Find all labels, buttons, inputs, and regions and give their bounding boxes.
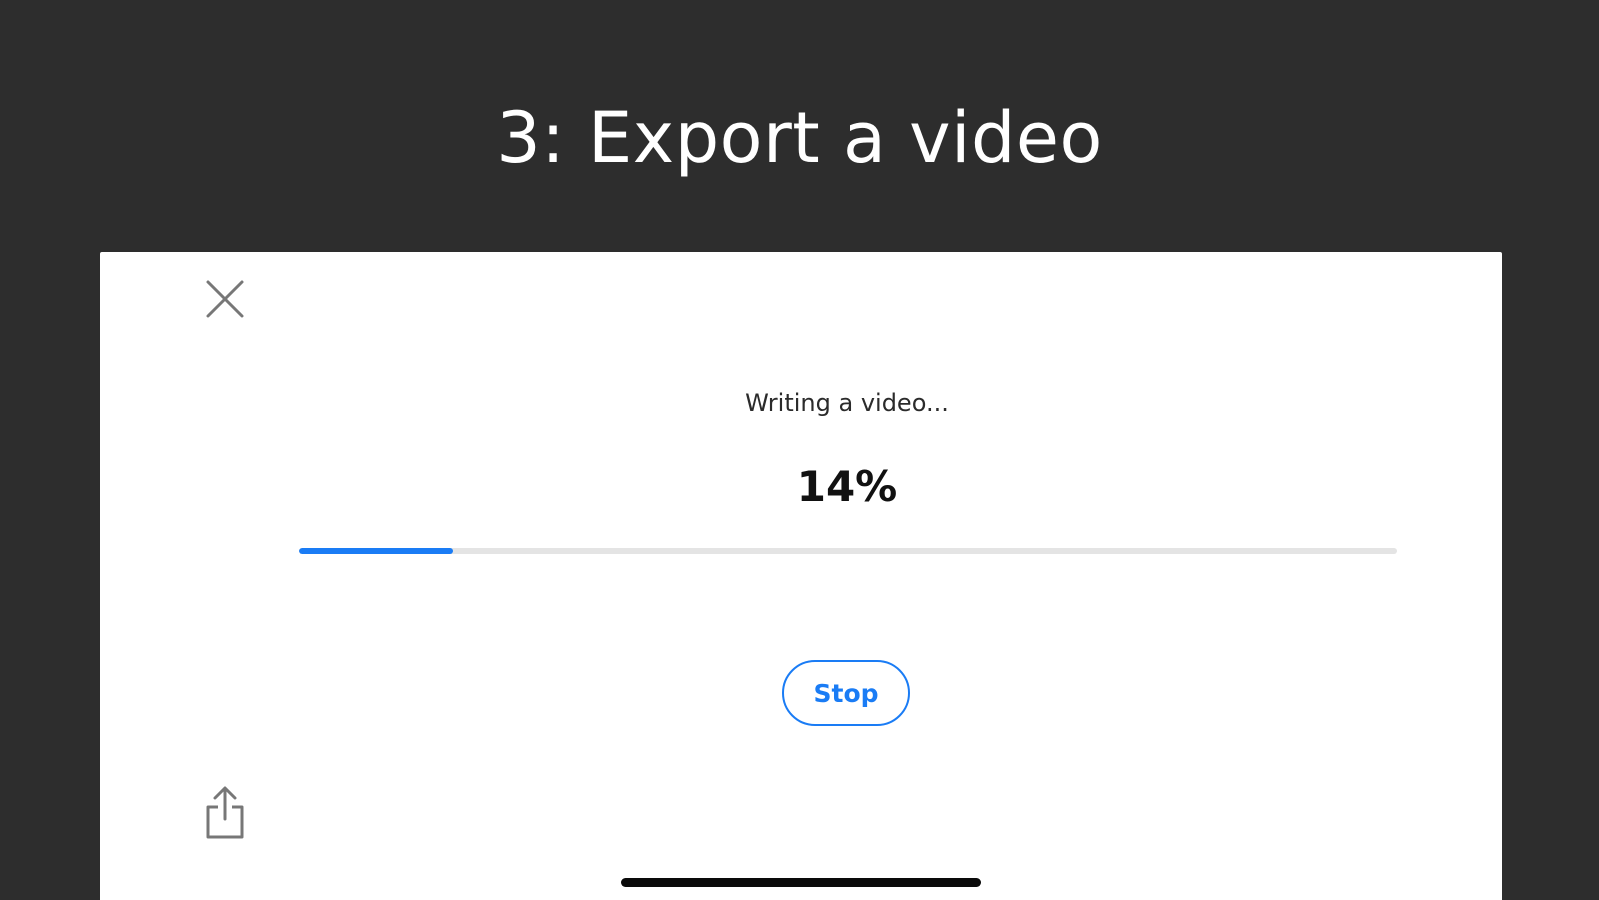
- stop-button[interactable]: Stop: [782, 660, 910, 726]
- progress-bar: [299, 548, 1397, 554]
- progress-percentage: 14%: [796, 462, 898, 511]
- close-x-icon: [206, 280, 244, 318]
- share-button[interactable]: [200, 782, 250, 844]
- slide-title: 3: Export a video: [496, 97, 1103, 179]
- close-button[interactable]: [200, 274, 250, 324]
- export-status-text: Writing a video...: [745, 389, 949, 417]
- home-indicator: [621, 878, 981, 887]
- progress-bar-fill: [299, 548, 453, 554]
- tutorial-slide: 3: Export a video Writing a video... 14%…: [0, 0, 1599, 900]
- share-icon: [206, 786, 244, 839]
- export-screen: Writing a video... 14% Stop: [100, 252, 1502, 900]
